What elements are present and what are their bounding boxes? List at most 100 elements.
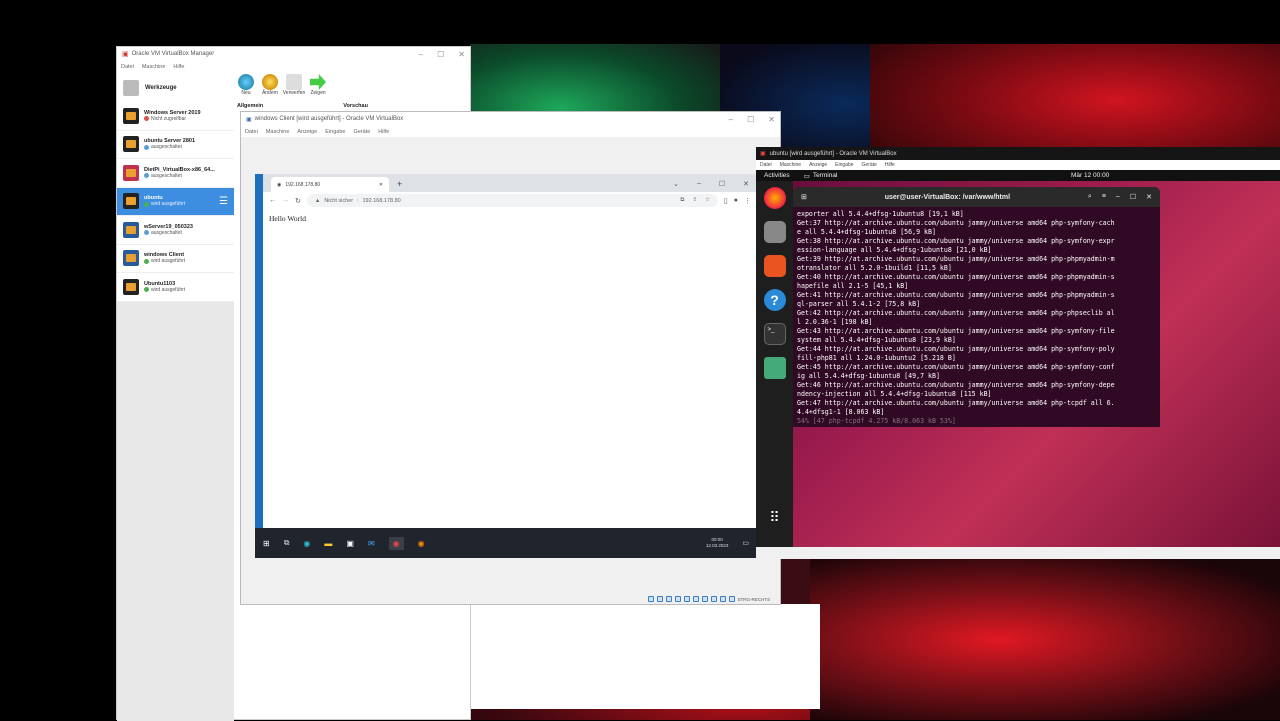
menu-hilfe[interactable]: Hilfe bbox=[378, 129, 389, 135]
menu-datei[interactable]: Datei bbox=[760, 162, 772, 168]
edge-icon[interactable]: ◉ bbox=[303, 539, 310, 548]
new-tab-icon[interactable]: + bbox=[397, 179, 402, 189]
files-icon[interactable] bbox=[763, 221, 786, 243]
menu-datei[interactable]: Datei bbox=[245, 129, 258, 135]
help-icon[interactable]: ? bbox=[763, 289, 786, 311]
usb-status-icon[interactable] bbox=[683, 596, 690, 602]
new-button[interactable]: Neu bbox=[235, 74, 257, 96]
tools-item[interactable]: Werkzeuge bbox=[117, 74, 234, 102]
shared-folder-status-icon[interactable] bbox=[692, 596, 699, 602]
vm-title-bar[interactable]: ▣ windows Client [wird ausgeführt] - Ora… bbox=[241, 112, 780, 126]
show-apps-icon[interactable]: ⠿ bbox=[769, 509, 779, 526]
terminal-icon[interactable]: >_ bbox=[763, 323, 786, 345]
gnome-clock[interactable]: Mär 12 00:00 bbox=[1071, 172, 1109, 179]
back-icon[interactable]: ← bbox=[269, 197, 276, 204]
menu-maschine[interactable]: Maschine bbox=[142, 64, 166, 70]
menu-anzeige[interactable]: Anzeige bbox=[297, 129, 317, 135]
app-center-icon[interactable] bbox=[763, 255, 786, 277]
audio-status-icon[interactable] bbox=[665, 596, 672, 602]
firefox-icon[interactable] bbox=[763, 187, 786, 209]
new-tab-icon[interactable]: ⊞ bbox=[801, 193, 807, 201]
windows-start-icon[interactable]: ⊞ bbox=[263, 539, 270, 548]
minimize-icon[interactable]: – bbox=[1116, 193, 1120, 201]
recording-status-icon[interactable] bbox=[710, 596, 717, 602]
general-panel-header[interactable]: Allgemein bbox=[237, 103, 263, 109]
taskbar-clock[interactable]: 00:00 12.03.2023 bbox=[706, 537, 729, 549]
manager-title-bar[interactable]: ▣ Oracle VM VirtualBox Manager – ☐ ✕ bbox=[117, 47, 470, 61]
notification-icon[interactable]: ▭ bbox=[742, 539, 749, 547]
hamburger-menu-icon[interactable]: ≡ bbox=[1102, 193, 1106, 201]
windows-client-vm-window[interactable]: ▣ windows Client [wird ausgeführt] - Ora… bbox=[240, 111, 781, 605]
close-icon[interactable]: ✕ bbox=[1146, 193, 1152, 201]
cpu-status-icon[interactable] bbox=[719, 596, 726, 602]
network-status-icon[interactable] bbox=[674, 596, 681, 602]
minimize-icon[interactable]: – bbox=[697, 180, 701, 188]
app-menu-terminal[interactable]: Terminal bbox=[813, 172, 838, 179]
menu-hilfe[interactable]: Hilfe bbox=[173, 64, 184, 70]
mouse-status-icon[interactable] bbox=[728, 596, 735, 602]
address-bar[interactable]: ▲ Nicht sicher | 192.168.178.80 ⧉ ⇪ ☆ bbox=[306, 194, 718, 207]
optical-status-icon[interactable] bbox=[656, 596, 663, 602]
close-icon[interactable]: ✕ bbox=[743, 180, 749, 188]
ubuntu-vm-window[interactable]: ▣ ubuntu [wird ausgeführt] - Oracle VM V… bbox=[756, 147, 1280, 559]
close-icon[interactable]: ✕ bbox=[458, 50, 465, 59]
ubuntu-vm-title-bar[interactable]: ▣ ubuntu [wird ausgeführt] - Oracle VM V… bbox=[756, 147, 1280, 160]
vm-item-wserver19[interactable]: wServer19_050323 ausgeschaltet bbox=[117, 216, 234, 245]
store-icon[interactable]: ▣ bbox=[346, 539, 354, 548]
vm-menu-icon[interactable]: ☰ bbox=[219, 196, 228, 207]
reload-icon[interactable]: ↻ bbox=[295, 197, 301, 205]
search-icon[interactable]: ⌕ bbox=[1088, 193, 1092, 201]
vm-item-ubuntu-server-2801[interactable]: ubuntu Server 2801 ausgeschaltet bbox=[117, 130, 234, 159]
bookmark-star-icon[interactable]: ☆ bbox=[705, 197, 710, 204]
terminal-header-bar[interactable]: ⊞ user@user-VirtualBox: /var/www/html ⌕ … bbox=[793, 187, 1160, 207]
task-view-icon[interactable]: ⧉ bbox=[284, 538, 290, 548]
terminal-window[interactable]: ⊞ user@user-VirtualBox: /var/www/html ⌕ … bbox=[793, 187, 1160, 427]
maximize-icon[interactable]: ☐ bbox=[747, 115, 754, 124]
menu-geraete[interactable]: Geräte bbox=[353, 129, 370, 135]
explorer-icon[interactable]: ▬ bbox=[324, 539, 332, 548]
chrome-icon[interactable]: ◉ bbox=[388, 536, 404, 550]
hdd-status-icon[interactable] bbox=[647, 596, 654, 602]
maximize-icon[interactable]: ☐ bbox=[437, 50, 444, 59]
maximize-icon[interactable]: ☐ bbox=[719, 180, 725, 188]
chrome-browser-window[interactable]: ◉ 192.168.178.80 ✕ + ⌄ – ☐ ✕ ← → ↻ ▲ Nic… bbox=[263, 174, 757, 528]
close-icon[interactable]: ✕ bbox=[768, 115, 775, 124]
firefox-icon[interactable]: ◉ bbox=[418, 539, 425, 548]
menu-geraete[interactable]: Geräte bbox=[862, 162, 877, 168]
minimize-icon[interactable]: – bbox=[419, 50, 423, 59]
trash-icon[interactable] bbox=[763, 357, 786, 379]
share-icon[interactable]: ⇪ bbox=[692, 197, 697, 204]
discard-button[interactable]: Verwerfen bbox=[283, 74, 305, 96]
tab-search-icon[interactable]: ⌄ bbox=[673, 180, 679, 188]
profile-icon[interactable]: ● bbox=[734, 197, 738, 204]
browser-tab[interactable]: ◉ 192.168.178.80 ✕ bbox=[271, 177, 389, 192]
menu-maschine[interactable]: Maschine bbox=[266, 129, 290, 135]
guest-screen[interactable]: ◉ 192.168.178.80 ✕ + ⌄ – ☐ ✕ ← → ↻ ▲ Nic… bbox=[255, 174, 757, 558]
activities-button[interactable]: Activities bbox=[764, 172, 790, 179]
minimize-icon[interactable]: – bbox=[729, 115, 733, 124]
menu-eingabe[interactable]: Eingabe bbox=[835, 162, 853, 168]
maximize-icon[interactable]: ☐ bbox=[1130, 193, 1136, 201]
forward-icon[interactable]: → bbox=[282, 197, 289, 204]
menu-hilfe[interactable]: Hilfe bbox=[885, 162, 895, 168]
menu-eingabe[interactable]: Eingabe bbox=[325, 129, 345, 135]
terminal-output[interactable]: exporter all 5.4.4+dfsg-1ubuntu8 [19,1 k… bbox=[793, 207, 1160, 427]
vm-item-windows-client[interactable]: windows Client wird ausgeführt bbox=[117, 244, 234, 273]
mail-icon[interactable]: ✉ bbox=[368, 539, 375, 548]
background-window[interactable] bbox=[471, 604, 820, 709]
menu-anzeige[interactable]: Anzeige bbox=[809, 162, 827, 168]
vm-item-dietpi[interactable]: DietPi_VirtualBox-x86_64... ausgeschalte… bbox=[117, 159, 234, 188]
change-button[interactable]: Ändern bbox=[259, 74, 281, 96]
preview-panel-header[interactable]: Vorschau bbox=[343, 103, 368, 109]
display-status-icon[interactable] bbox=[701, 596, 708, 602]
menu-maschine[interactable]: Maschine bbox=[780, 162, 801, 168]
translate-icon[interactable]: ⧉ bbox=[680, 197, 684, 204]
sidepanel-icon[interactable]: ▯ bbox=[724, 197, 728, 205]
more-menu-icon[interactable]: ⋮ bbox=[744, 197, 751, 205]
vm-item-ubuntu[interactable]: ubuntu wird ausgeführt ☰ bbox=[117, 187, 234, 216]
vm-item-windows-server-2019[interactable]: Windows Server 2019 Nicht zugreifbar bbox=[117, 102, 234, 131]
tab-close-icon[interactable]: ✕ bbox=[379, 182, 383, 188]
menu-datei[interactable]: Datei bbox=[121, 64, 134, 70]
vm-item-ubuntu1103[interactable]: Ubuntu1103 wird ausgeführt bbox=[117, 273, 234, 302]
show-button[interactable]: Zeigen bbox=[307, 74, 329, 96]
